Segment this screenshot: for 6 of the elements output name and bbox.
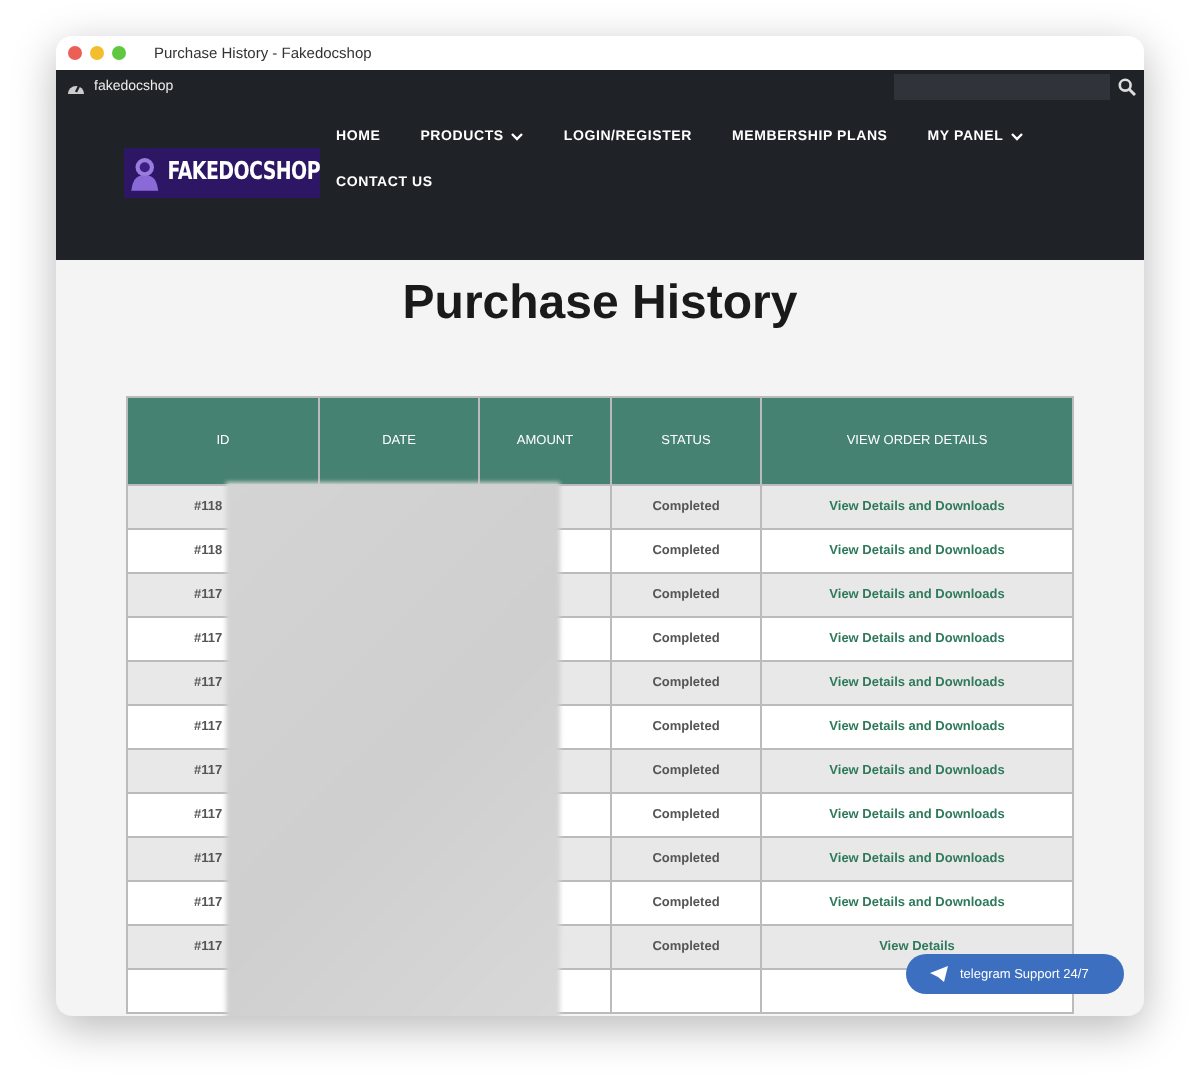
minimize-button[interactable] <box>90 46 104 60</box>
logo[interactable]: FAKEDOCSHOP <box>124 148 320 198</box>
page-title: Purchase History <box>402 276 798 334</box>
search-icon[interactable] <box>1118 78 1136 96</box>
close-button[interactable] <box>68 46 82 60</box>
maximize-button[interactable] <box>112 46 126 60</box>
